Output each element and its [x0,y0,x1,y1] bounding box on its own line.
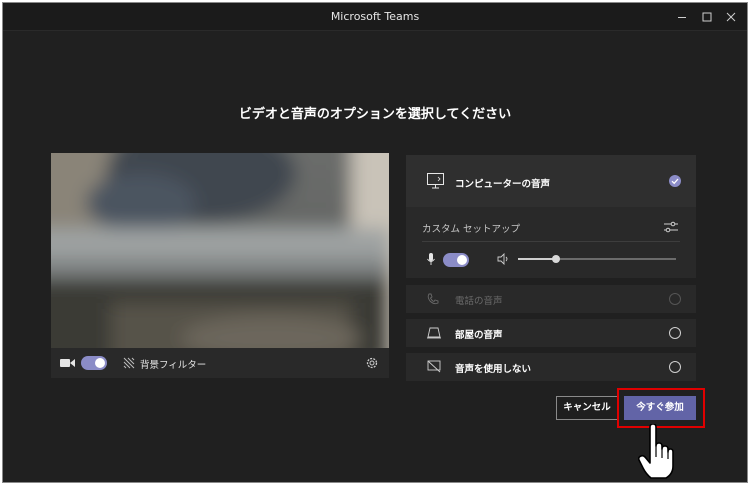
phone-audio-label: 電話の音声 [455,296,503,307]
computer-audio-icon [427,173,444,189]
no-audio-radio[interactable] [669,361,681,373]
speaker-volume-slider[interactable] [518,255,676,263]
pointing-hand-cursor-icon [638,424,674,479]
microphone-toggle[interactable] [443,253,469,267]
maximize-icon[interactable] [697,7,717,27]
speaker-volume-thumb[interactable] [552,255,560,263]
audio-option-room[interactable]: 部屋の音声 [406,319,696,347]
custom-setup-label: カスタム セットアップ [422,224,521,235]
audio-option-phone: 電話の音声 [406,285,696,313]
close-icon[interactable] [721,7,741,27]
video-controls-bar: 背景フィルター [51,348,389,378]
custom-setup-panel: カスタム セットアップ [406,207,696,278]
background-filter-label[interactable]: 背景フィルター [140,357,206,371]
title-bar: Microsoft Teams [3,3,747,31]
join-button-highlight [617,388,705,428]
room-audio-icon [427,327,441,339]
phone-audio-radio [669,293,681,305]
microphone-icon [427,253,435,265]
selected-check-icon [669,175,681,187]
camera-toggle[interactable] [81,356,107,370]
blurred-camera-image [51,153,389,348]
cancel-button[interactable]: キャンセル [556,396,618,420]
minimize-icon[interactable] [672,7,692,27]
speaker-icon [497,253,508,265]
window-title: Microsoft Teams [330,10,420,23]
camera-icon [60,359,75,367]
audio-option-none[interactable]: 音声を使用しない [406,353,696,381]
page-heading: ビデオと音声のオプションを選択してください [238,107,512,122]
no-audio-label: 音声を使用しない [455,364,532,375]
room-audio-label: 部屋の音声 [455,330,503,341]
divider [422,241,680,242]
phone-icon [427,293,439,305]
background-filter-icon[interactable] [123,357,135,369]
audio-option-computer[interactable]: コンピューターの音声 [406,155,696,207]
device-settings-gear-icon[interactable] [365,356,379,370]
video-preview [51,153,389,348]
computer-audio-label: コンピューターの音声 [455,179,551,190]
audio-settings-sliders-icon[interactable] [664,221,678,233]
speaker-volume-fill [518,258,556,260]
no-audio-icon [427,360,441,373]
room-audio-radio[interactable] [669,327,681,339]
